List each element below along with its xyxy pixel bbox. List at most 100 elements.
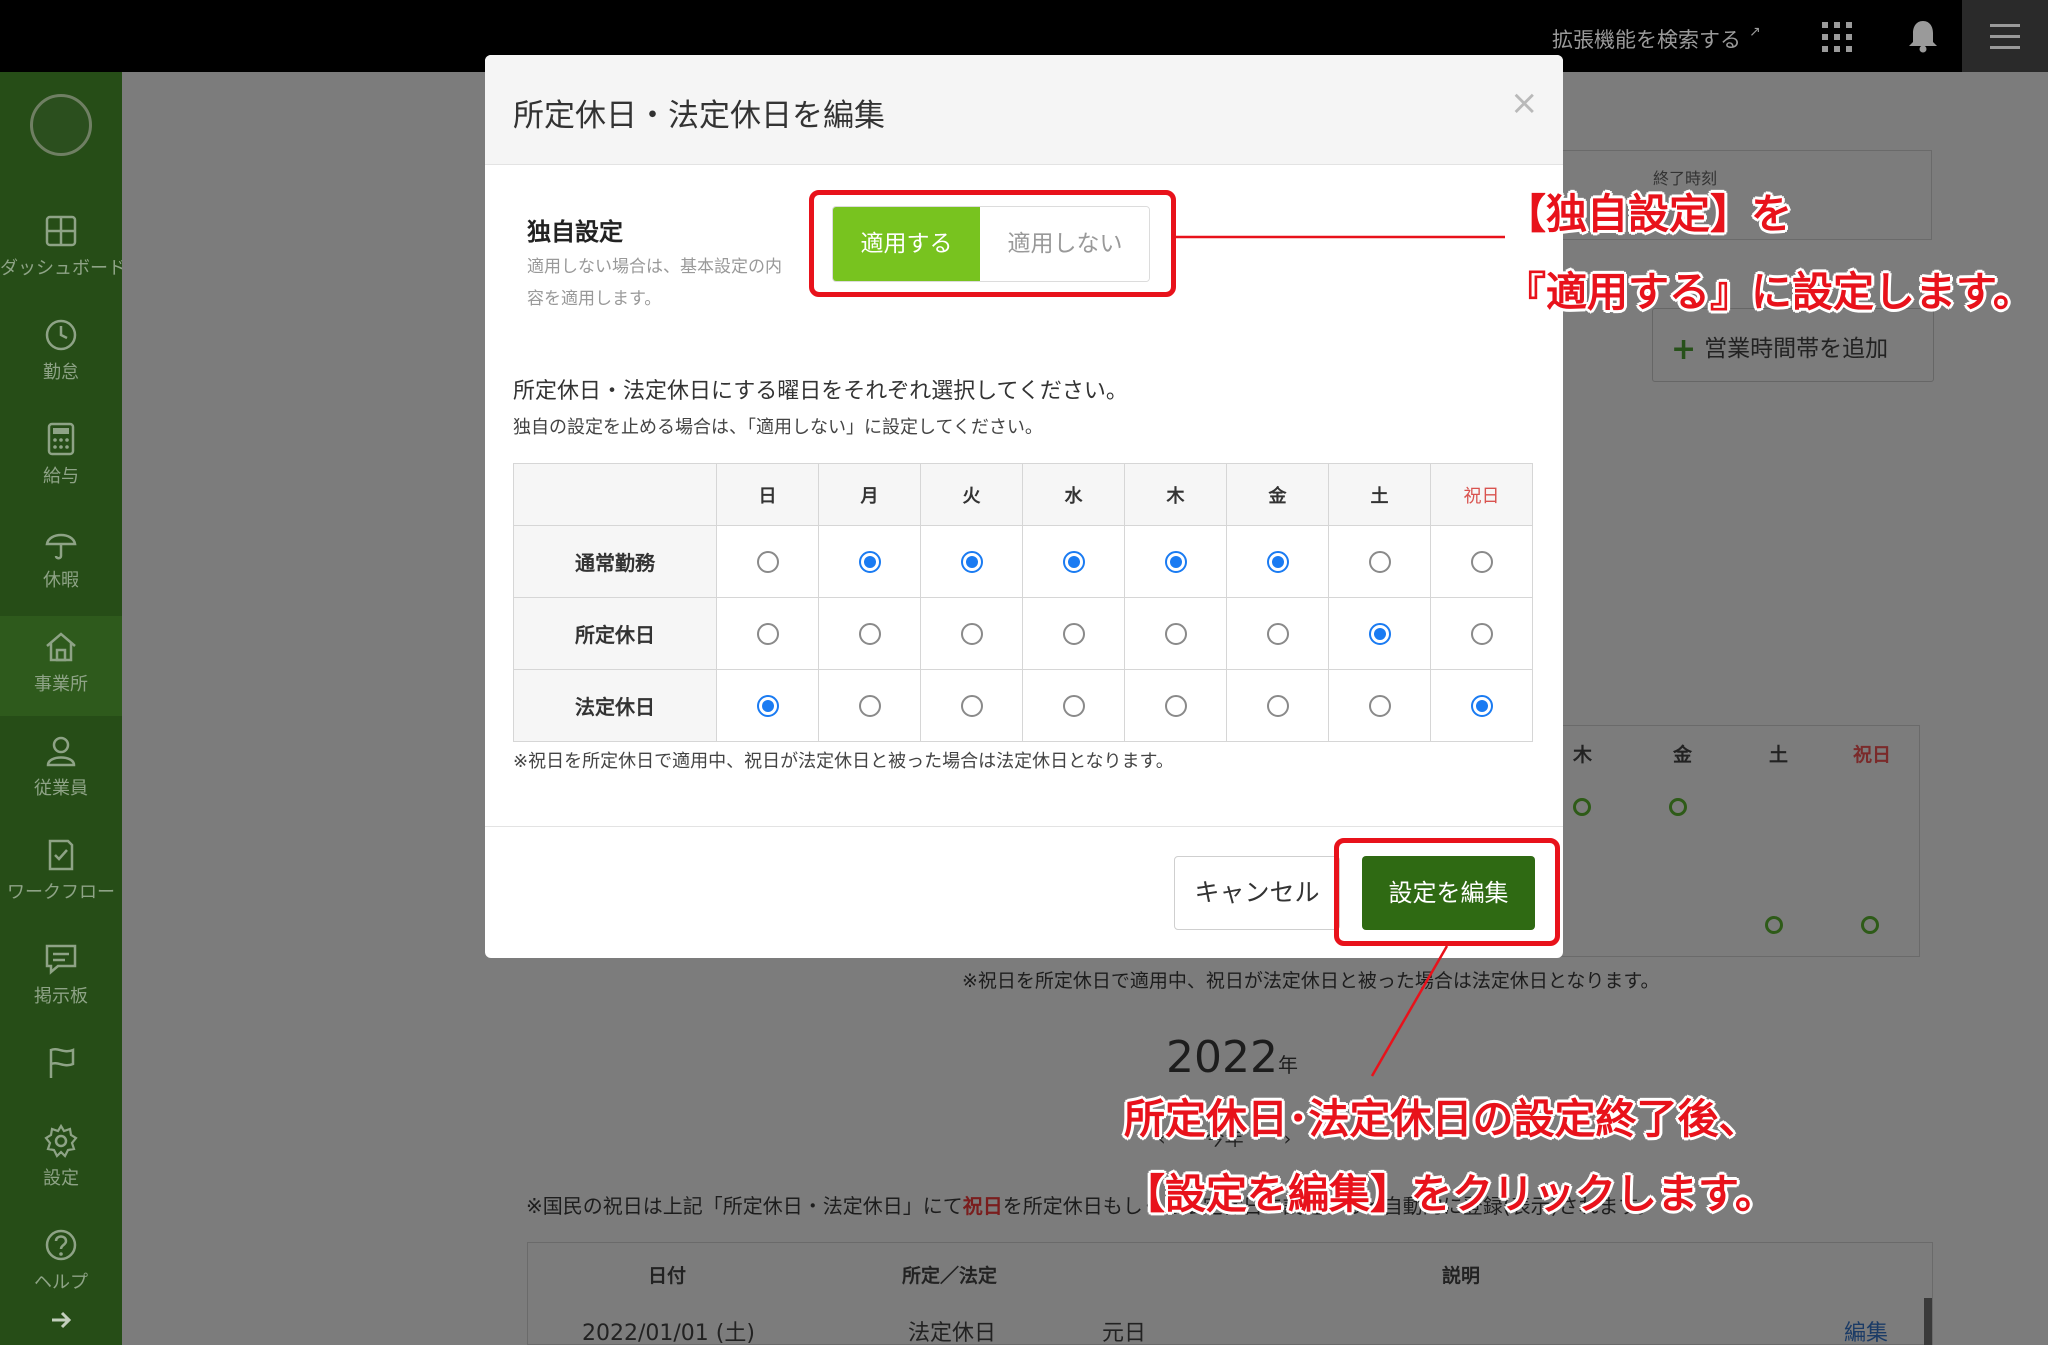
sidebar-item-employees[interactable]: 従業員 bbox=[0, 720, 122, 820]
cell-legal-holiday-fri bbox=[1226, 669, 1329, 742]
radio-legal-holiday-wed[interactable] bbox=[1062, 694, 1085, 717]
bell-icon[interactable] bbox=[1906, 18, 1940, 54]
person-icon bbox=[46, 736, 76, 767]
clock-icon bbox=[45, 319, 77, 351]
cell-regular-work-sat bbox=[1328, 525, 1431, 598]
own-setting-label: 独自設定 bbox=[527, 218, 623, 246]
week-header: 祝日 bbox=[1853, 744, 1892, 766]
cancel-button[interactable]: キャンセル bbox=[1174, 856, 1340, 930]
umbrella-icon bbox=[45, 533, 77, 560]
avatar[interactable] bbox=[30, 94, 92, 156]
radio-regular-work-tue[interactable] bbox=[960, 550, 983, 573]
radio-legal-holiday-sat[interactable] bbox=[1368, 694, 1391, 717]
radio-scheduled-holiday-tue[interactable] bbox=[960, 622, 983, 645]
sidebar-item-dashboard[interactable]: ダッシュボード bbox=[0, 200, 126, 300]
radio-legal-holiday-fri[interactable] bbox=[1266, 694, 1289, 717]
add-business-hours-button[interactable]: + 営業時間帯を追加 bbox=[1652, 308, 1934, 382]
radio-scheduled-holiday-fri[interactable] bbox=[1266, 622, 1289, 645]
circle-mark bbox=[1573, 798, 1591, 816]
sidebar-item-workflow[interactable]: ワークフロー bbox=[0, 824, 122, 924]
radio-scheduled-holiday-mon[interactable] bbox=[858, 622, 881, 645]
sidebar-item-office[interactable]: 事業所 bbox=[0, 616, 122, 716]
row-label: 所定休日 bbox=[513, 597, 717, 670]
cell-regular-work-fri bbox=[1226, 525, 1329, 598]
radio-legal-holiday-sun[interactable] bbox=[756, 694, 779, 717]
cell-regular-work-holiday bbox=[1430, 525, 1533, 598]
cell-regular-work-mon bbox=[818, 525, 921, 598]
radio-regular-work-thu[interactable] bbox=[1164, 550, 1187, 573]
weekday-selection-table: 日 月 火 水 木 金 土 祝日 通常勤務 所定休日 法定休日 bbox=[513, 463, 1533, 742]
radio-scheduled-holiday-sat[interactable] bbox=[1368, 622, 1391, 645]
radio-legal-holiday-thu[interactable] bbox=[1164, 694, 1187, 717]
instruction-subtext: 独自の設定を止める場合は、「適用しない」に設定してください。 bbox=[513, 417, 1043, 438]
radio-scheduled-holiday-holiday[interactable] bbox=[1470, 622, 1493, 645]
sidebar-item-help[interactable]: ヘルプ bbox=[0, 1214, 122, 1314]
radio-regular-work-fri[interactable] bbox=[1266, 550, 1289, 573]
year-unit: 年 bbox=[1277, 1053, 1298, 1077]
cell-scheduled-holiday-tue bbox=[920, 597, 1023, 670]
add-business-hours-label: 営業時間帯を追加 bbox=[1704, 336, 1889, 362]
radio-regular-work-sat[interactable] bbox=[1368, 550, 1391, 573]
national-holiday-note-highlight: 祝日 bbox=[962, 1194, 1003, 1218]
list-header-date: 日付 bbox=[648, 1265, 687, 1287]
radio-regular-work-holiday[interactable] bbox=[1470, 550, 1493, 573]
holiday-list-table: 日付 所定／法定 説明 2022/01/01 (土) 法定休日 元日 編集 bbox=[527, 1242, 1933, 1345]
cell-legal-holiday-sat bbox=[1328, 669, 1431, 742]
close-icon[interactable]: × bbox=[1510, 83, 1539, 123]
cell-legal-holiday-wed bbox=[1022, 669, 1125, 742]
extension-search-label: 拡張機能を検索する bbox=[1552, 28, 1741, 52]
sidebar-item-bulletin[interactable]: 掲示板 bbox=[0, 928, 122, 1028]
sidebar-item-label: 掲示板 bbox=[34, 986, 88, 1007]
sidebar-expand-button[interactable] bbox=[0, 1300, 122, 1345]
sidebar-item-settings[interactable]: 設定 bbox=[0, 1110, 122, 1210]
workflow-icon bbox=[48, 839, 74, 871]
sidebar-item-label: 従業員 bbox=[34, 778, 88, 799]
sidebar-item-label: ダッシュボード bbox=[0, 258, 126, 279]
scrollbar[interactable] bbox=[1924, 1298, 1932, 1345]
year-value: 2022 bbox=[1166, 1032, 1278, 1083]
cell-legal-holiday-tue bbox=[920, 669, 1023, 742]
radio-regular-work-sun[interactable] bbox=[756, 550, 779, 573]
sidebar-item-payroll[interactable]: 給与 bbox=[0, 408, 122, 508]
own-setting-description: 適用しない場合は、基本設定の内容を適用します。 bbox=[527, 257, 782, 309]
week-header: 木 bbox=[1573, 744, 1593, 766]
flag-icon bbox=[49, 1048, 75, 1078]
day-header-sun: 日 bbox=[716, 463, 819, 526]
cell-scheduled-holiday-mon bbox=[818, 597, 921, 670]
radio-legal-holiday-holiday[interactable] bbox=[1470, 694, 1493, 717]
sidebar-item-label: 事業所 bbox=[34, 674, 88, 695]
cell-regular-work-thu bbox=[1124, 525, 1227, 598]
day-header-holiday: 祝日 bbox=[1430, 463, 1533, 526]
week-header: 土 bbox=[1769, 744, 1789, 766]
apps-grid-icon[interactable] bbox=[1822, 22, 1852, 52]
hamburger-menu-icon[interactable] bbox=[1962, 0, 2048, 72]
sidebar-item-attendance[interactable]: 勤怠 bbox=[0, 304, 122, 404]
day-header-tue: 火 bbox=[920, 463, 1023, 526]
background-holiday-note: ※祝日を所定休日で適用中、祝日が法定休日と被った場合は法定休日となります。 bbox=[962, 970, 1660, 992]
list-header-desc: 説明 bbox=[1442, 1265, 1481, 1287]
sidebar-item-leave[interactable]: 休暇 bbox=[0, 512, 122, 612]
cell-regular-work-sun bbox=[716, 525, 819, 598]
circle-mark bbox=[1765, 916, 1783, 934]
radio-legal-holiday-tue[interactable] bbox=[960, 694, 983, 717]
list-row-edit-link[interactable]: 編集 bbox=[1844, 1315, 1888, 1345]
radio-regular-work-mon[interactable] bbox=[858, 550, 881, 573]
radio-regular-work-wed[interactable] bbox=[1062, 550, 1085, 573]
cell-scheduled-holiday-fri bbox=[1226, 597, 1329, 670]
plus-icon: + bbox=[1671, 332, 1697, 367]
extension-search-link[interactable]: 拡張機能を検索する ↗ bbox=[1552, 24, 1761, 54]
external-link-icon: ↗ bbox=[1749, 24, 1761, 40]
sidebar-item-flag[interactable] bbox=[0, 1032, 122, 1106]
submit-highlight-box bbox=[1334, 838, 1560, 946]
radio-scheduled-holiday-sun[interactable] bbox=[756, 622, 779, 645]
help-icon bbox=[45, 1229, 77, 1261]
row-label: 法定休日 bbox=[513, 669, 717, 742]
year-heading: 2022年 bbox=[1166, 1032, 1298, 1083]
table-row-scheduled-holiday: 所定休日 bbox=[513, 597, 1533, 670]
callout-own-setting-line2: 『適用する』に設定します。 bbox=[1505, 268, 2034, 316]
dashboard-icon bbox=[45, 215, 77, 247]
radio-scheduled-holiday-thu[interactable] bbox=[1164, 622, 1187, 645]
radio-scheduled-holiday-wed[interactable] bbox=[1062, 622, 1085, 645]
radio-legal-holiday-mon[interactable] bbox=[858, 694, 881, 717]
table-corner bbox=[513, 463, 717, 526]
